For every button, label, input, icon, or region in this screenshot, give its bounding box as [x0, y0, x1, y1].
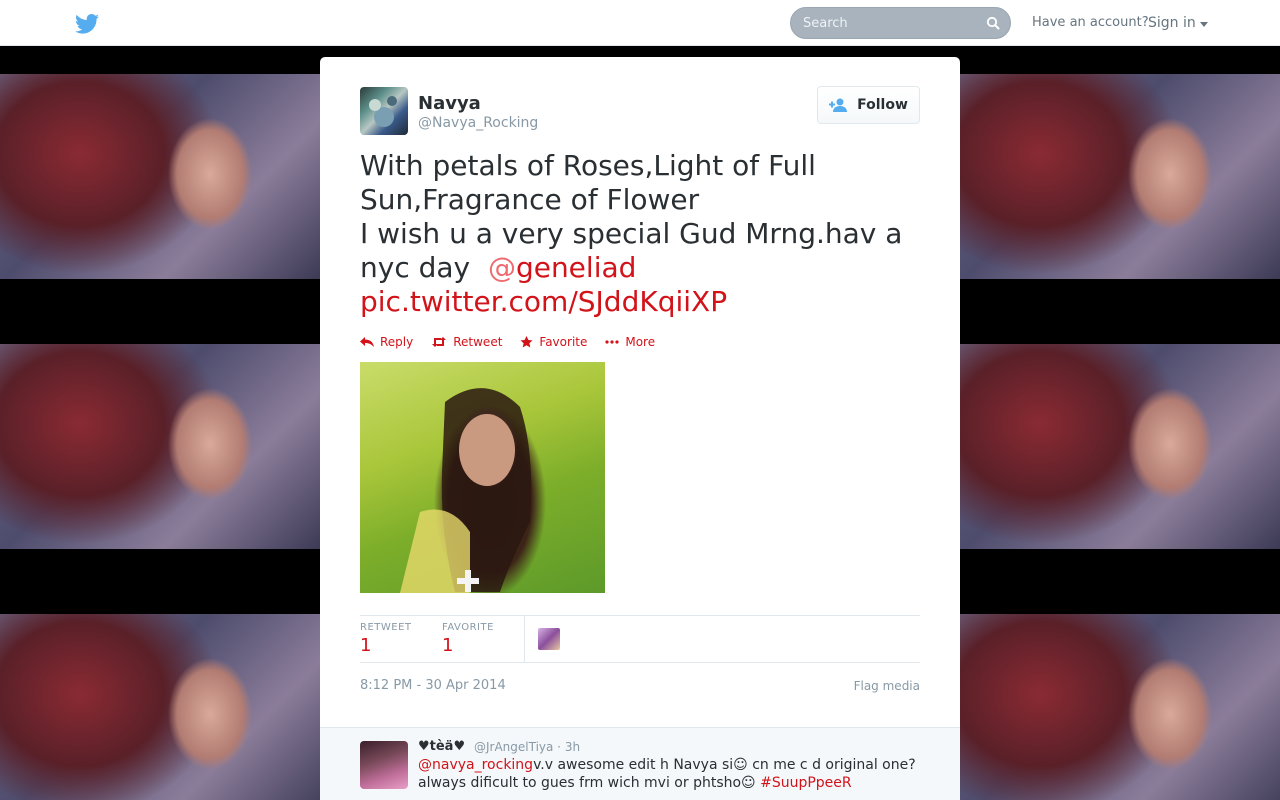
wallpaper-tile — [960, 614, 1280, 800]
tweet-text: With petals of Roses,Light of Full Sun,F… — [360, 149, 930, 319]
retweet-button[interactable]: Retweet — [431, 335, 502, 349]
favoriter-avatar[interactable] — [538, 628, 560, 650]
user-handle[interactable]: @Navya_Rocking — [418, 115, 538, 131]
star-icon — [520, 336, 533, 348]
sign-in-label[interactable]: Sign in — [1148, 15, 1196, 31]
reply-button[interactable]: Reply — [360, 335, 413, 349]
media-link[interactable]: pic.twitter.com/SJddKqiiXP — [360, 285, 727, 318]
search-icon[interactable] — [986, 16, 1000, 30]
favorite-label: Favorite — [539, 335, 588, 349]
favorite-button[interactable]: Favorite — [520, 335, 587, 349]
reply-text: @navya_rockingv.v awesome edit h Navya s… — [418, 756, 928, 792]
add-user-icon — [829, 98, 848, 112]
retweet-icon — [432, 337, 447, 347]
twitter-bird-icon[interactable] — [75, 14, 99, 34]
sign-in-dropdown[interactable]: Sign in — [1148, 15, 1208, 31]
search-input[interactable] — [791, 8, 981, 38]
tweet-stats: RETWEET 1 FAVORITE 1 — [360, 615, 920, 663]
favorite-stat[interactable]: FAVORITE 1 — [442, 622, 494, 656]
follow-label: Follow — [857, 97, 908, 113]
wallpaper-tile — [0, 344, 320, 549]
replies-section: ♥tèä♥ @JrAngelTiya · 3h @navya_rockingv.… — [320, 727, 960, 800]
reply-icon — [360, 337, 374, 347]
reply-mention-link[interactable]: @navya_rocking — [418, 757, 533, 773]
reply-label: Reply — [380, 335, 414, 349]
reply-handle[interactable]: @JrAngelTiya · 3h — [474, 740, 580, 754]
favorite-stat-label: FAVORITE — [442, 622, 494, 633]
more-dots-icon — [605, 340, 619, 344]
tweet-timestamp: 8:12 PM - 30 Apr 2014 — [360, 678, 506, 693]
more-label: More — [625, 335, 656, 349]
photo-illustration — [400, 388, 532, 593]
mention-at-sign: @ — [487, 251, 516, 284]
mention-link[interactable]: @geneliad — [488, 251, 636, 284]
follow-button[interactable]: Follow — [817, 86, 920, 124]
have-account-text: Have an account? — [1032, 15, 1149, 30]
chevron-down-icon — [1199, 22, 1208, 27]
tweet-text-line: I wish u a very special Gud Mrng.hav a n… — [360, 217, 930, 285]
hashtag-link[interactable]: #SuupPpeeR — [760, 775, 852, 791]
avatar[interactable] — [360, 87, 408, 135]
avatar-image — [369, 96, 397, 127]
display-name[interactable]: Navya — [418, 93, 481, 114]
plus-icon — [457, 570, 479, 592]
tweet-text-line: With petals of Roses,Light of Full Sun,F… — [360, 149, 816, 216]
wallpaper-tile — [960, 344, 1280, 549]
stats-divider — [524, 616, 525, 662]
avatar[interactable] — [360, 741, 408, 789]
search-box[interactable] — [790, 7, 1011, 39]
tweet-card: Navya @Navya_Rocking Follow With petals … — [320, 57, 960, 800]
more-button[interactable]: More — [605, 335, 655, 349]
retweet-count: 1 — [360, 635, 372, 656]
retweet-label: Retweet — [453, 335, 503, 349]
mention-name: geneliad — [515, 251, 637, 284]
flag-media-link[interactable]: Flag media — [854, 679, 920, 693]
wallpaper-tile — [0, 614, 320, 800]
reply-display-name[interactable]: ♥tèä♥ — [418, 739, 465, 754]
retweet-stat-label: RETWEET — [360, 622, 412, 633]
tweet-actions: Reply Retweet Favorite More — [360, 335, 655, 349]
tweet-photo[interactable] — [360, 362, 605, 593]
favorite-count: 1 — [442, 635, 454, 656]
wallpaper-tile — [0, 74, 320, 279]
retweet-stat[interactable]: RETWEET 1 — [360, 622, 412, 656]
top-navigation-bar: Have an account? Sign in — [0, 0, 1280, 46]
wallpaper-tile — [960, 74, 1280, 279]
